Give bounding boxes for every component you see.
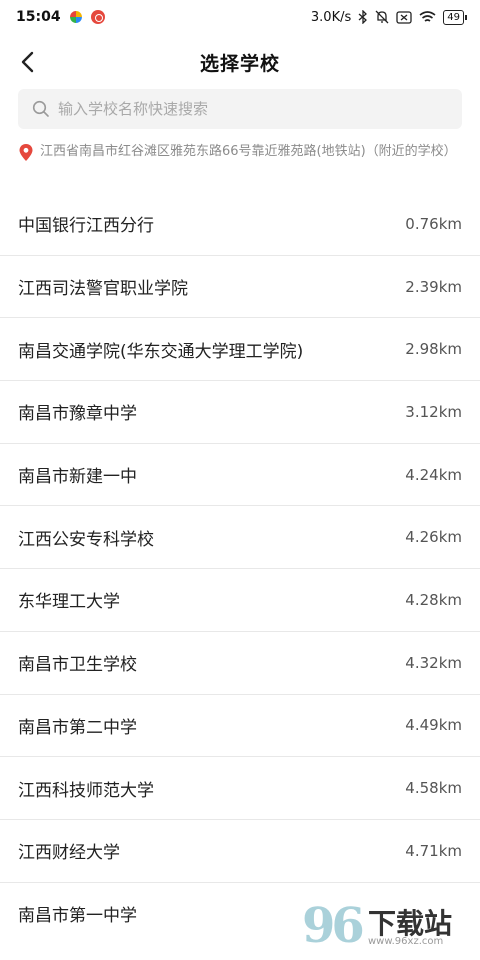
location-pin-icon bbox=[19, 144, 33, 161]
status-bar: 15:04 3.0K/s 49 bbox=[0, 0, 480, 34]
school-list-item[interactable]: 江西科技师范大学 4.58km bbox=[0, 757, 480, 820]
school-distance: 4.28km bbox=[405, 590, 462, 609]
red-app-icon bbox=[90, 10, 105, 24]
school-distance: 4.32km bbox=[405, 653, 462, 672]
search-box[interactable] bbox=[18, 89, 462, 129]
school-name: 南昌交通学院(华东交通大学理工学院) bbox=[18, 341, 304, 362]
school-name: 南昌市第二中学 bbox=[18, 717, 137, 738]
school-distance: 4.58km bbox=[405, 779, 462, 798]
school-list-item[interactable]: 中国银行江西分行 0.76km bbox=[0, 193, 480, 256]
school-name: 江西财经大学 bbox=[18, 843, 120, 864]
school-name: 江西科技师范大学 bbox=[18, 780, 154, 801]
school-name: 南昌市新建一中 bbox=[18, 467, 137, 488]
school-name: 南昌市卫生学校 bbox=[18, 655, 137, 676]
school-list-item[interactable]: 江西财经大学 4.71km bbox=[0, 820, 480, 883]
school-distance: 3.12km bbox=[405, 402, 462, 421]
school-list-item[interactable]: 南昌市豫章中学 3.12km bbox=[0, 381, 480, 444]
current-location: 江西省南昌市红谷滩区雅苑东路66号靠近雅苑路(地铁站)（附近的学校） bbox=[18, 142, 462, 162]
school-distance: 4.71km bbox=[405, 841, 462, 860]
school-list-item[interactable]: 东华理工大学 4.28km bbox=[0, 569, 480, 632]
school-name: 东华理工大学 bbox=[18, 592, 120, 613]
bluetooth-icon bbox=[358, 10, 368, 24]
search-icon bbox=[32, 100, 49, 117]
chevron-left-icon bbox=[21, 51, 34, 73]
school-distance: 4.26km bbox=[405, 528, 462, 547]
school-name: 中国银行江西分行 bbox=[18, 216, 154, 237]
school-list-item[interactable]: 南昌市新建一中 4.24km bbox=[0, 444, 480, 507]
school-list-item[interactable]: 江西司法警官职业学院 2.39km bbox=[0, 256, 480, 319]
school-name: 江西公安专科学校 bbox=[18, 529, 154, 550]
sim-off-icon bbox=[396, 10, 412, 24]
status-time: 15:04 bbox=[16, 9, 61, 25]
school-name: 南昌市豫章中学 bbox=[18, 404, 137, 425]
search-input[interactable] bbox=[58, 100, 438, 118]
watermark-url: www.96xz.com bbox=[368, 936, 444, 947]
school-name: 江西司法警官职业学院 bbox=[18, 279, 188, 300]
school-distance: 2.39km bbox=[405, 277, 462, 296]
school-distance: 2.98km bbox=[405, 340, 462, 359]
back-button[interactable] bbox=[14, 48, 42, 76]
school-list: 中国银行江西分行 0.76km 江西司法警官职业学院 2.39km 南昌交通学院(华东交… bbox=[0, 193, 480, 945]
colorful-app-icon bbox=[69, 11, 82, 23]
school-list-item[interactable]: 南昌市卫生学校 4.32km bbox=[0, 632, 480, 695]
school-list-item[interactable]: 江西公安专科学校 4.26km bbox=[0, 506, 480, 570]
school-distance: 0.76km bbox=[405, 214, 462, 233]
wifi-icon bbox=[419, 10, 436, 24]
school-list-item[interactable]: 南昌市第二中学 4.49km bbox=[0, 695, 480, 758]
header: 选择学校 bbox=[0, 38, 480, 86]
location-text: 江西省南昌市红谷滩区雅苑东路66号靠近雅苑路(地铁站)（附近的学校） bbox=[40, 144, 457, 159]
network-speed: 3.0K/s bbox=[310, 9, 352, 25]
battery-icon: 49 bbox=[443, 9, 467, 25]
watermark-logo: 96 下载站 www.96xz.com bbox=[302, 898, 472, 954]
school-distance: 4.49km bbox=[405, 716, 462, 735]
mute-icon bbox=[375, 10, 389, 24]
school-distance: 4.24km bbox=[405, 465, 462, 484]
school-name: 南昌市第一中学 bbox=[18, 906, 137, 927]
school-list-item[interactable]: 南昌交通学院(华东交通大学理工学院) 2.98km bbox=[0, 318, 480, 382]
watermark-number: 96 bbox=[302, 898, 365, 954]
page-title: 选择学校 bbox=[199, 52, 280, 75]
